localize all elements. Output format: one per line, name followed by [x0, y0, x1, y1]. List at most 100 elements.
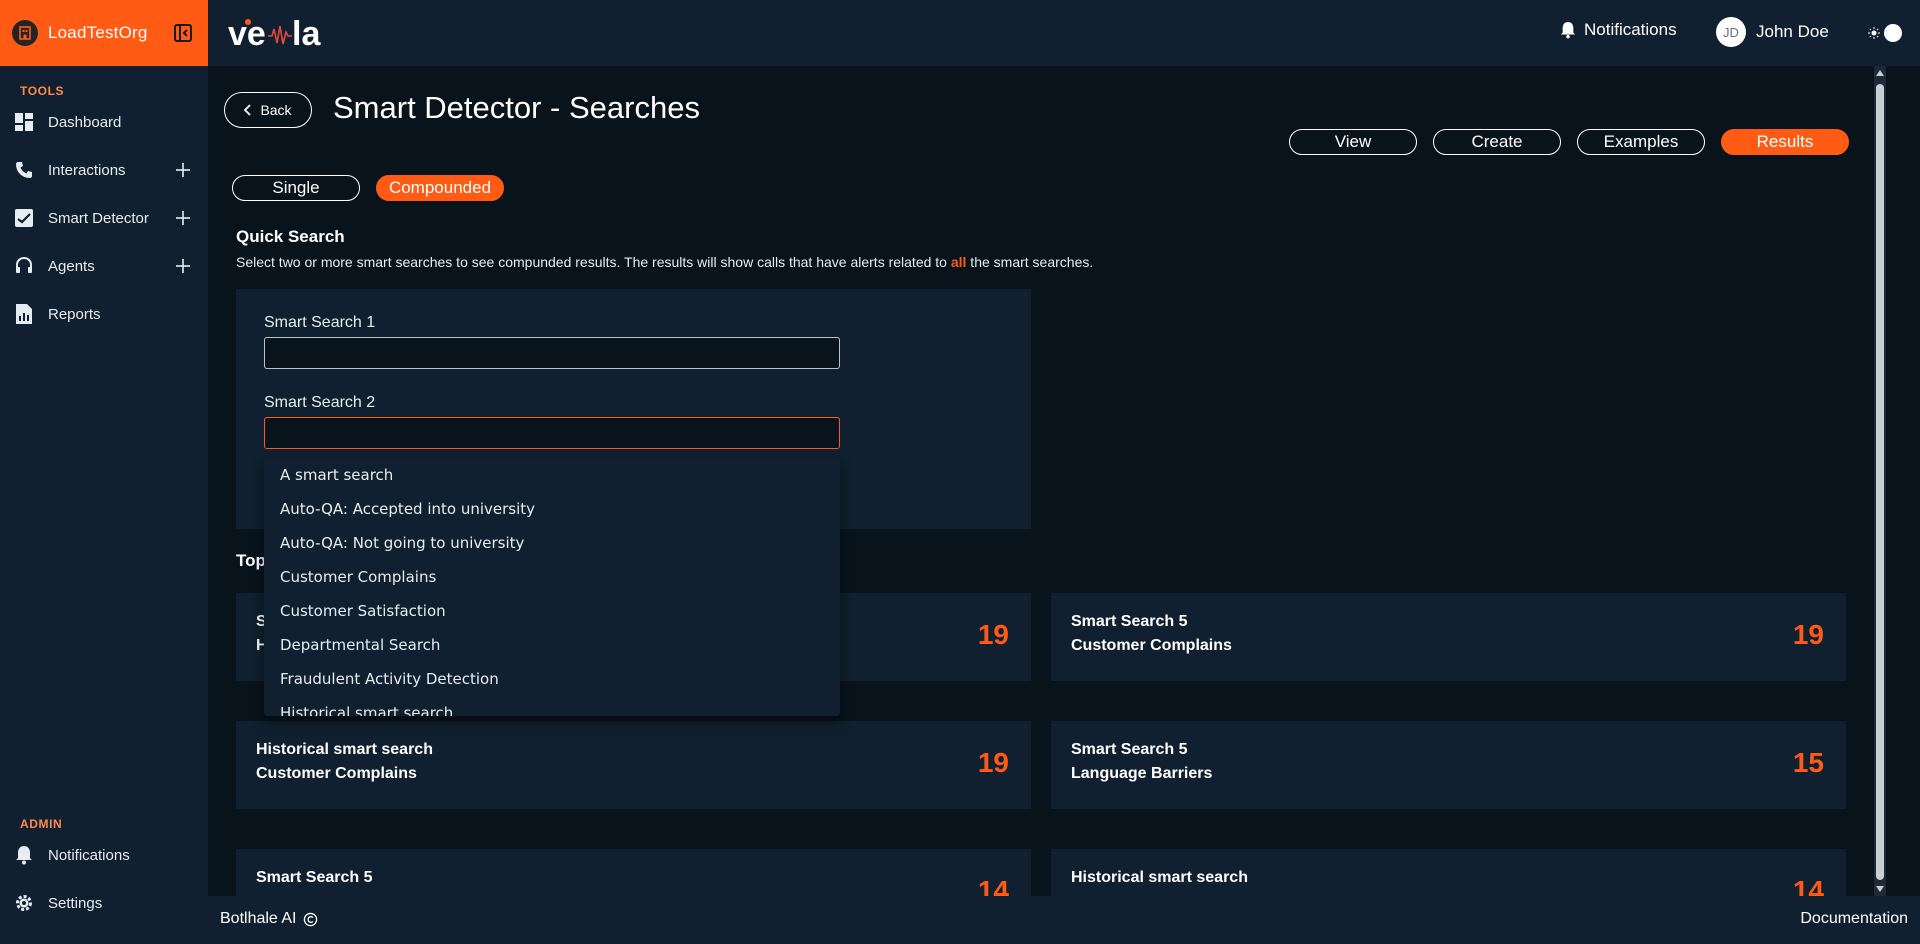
sidebar: LoadTestOrg TOOLS Dashboard Interactions… [0, 0, 208, 944]
card-line-1: Smart Search 5 [256, 869, 373, 886]
quick-search-title: Quick Search [236, 227, 345, 246]
smart-search-2-dropdown: A smart search Auto-QA: Accepted into un… [264, 458, 840, 716]
dropdown-option[interactable]: Departmental Search [264, 628, 840, 662]
org-logo-icon [12, 20, 38, 46]
sun-icon [1868, 27, 1880, 39]
user-name: John Doe [1756, 22, 1829, 41]
svg-text:la: la [292, 15, 321, 53]
desc-highlight: all [950, 254, 967, 270]
org-name: LoadTestOrg [48, 23, 148, 42]
card-count: 14 [1792, 875, 1824, 896]
tab-single[interactable]: Single [232, 175, 360, 201]
result-card[interactable]: Historical smart search 14 [1051, 849, 1846, 896]
smart-search-2-input[interactable] [264, 417, 840, 449]
dropdown-option[interactable]: Auto-QA: Not going to university [264, 526, 840, 560]
sidebar-item-interactions[interactable]: Interactions [0, 150, 208, 190]
dropdown-option[interactable]: Customer Satisfaction [264, 594, 840, 628]
topbar: ve la Notifications JD John Doe [208, 0, 1920, 66]
dropdown-option[interactable]: Fraudulent Activity Detection [264, 662, 840, 696]
theme-toggle[interactable] [1868, 24, 1902, 42]
footer-copyright: Botlhale AI [220, 910, 318, 928]
page-title: Smart Detector - Searches [333, 90, 700, 125]
card-count: 14 [977, 875, 1009, 896]
sidebar-item-label: Dashboard [48, 113, 122, 131]
sidebar-item-label: Agents [48, 257, 95, 275]
back-label: Back [260, 102, 292, 118]
smart-search-2-label: Smart Search 2 [264, 394, 376, 411]
sidebar-item-notifications[interactable]: Notifications [0, 835, 208, 875]
sidebar-item-reports[interactable]: Reports [0, 294, 208, 334]
user-menu[interactable]: JD John Doe [1716, 17, 1829, 47]
card-line-1: Smart Search 5 [1071, 613, 1188, 630]
bell-icon [12, 843, 36, 867]
dropdown-option[interactable]: A smart search [264, 458, 840, 492]
dashboard-icon [12, 110, 36, 134]
gear-icon [12, 891, 36, 915]
avatar: JD [1716, 17, 1746, 47]
tab-view[interactable]: View [1289, 129, 1417, 155]
card-count: 15 [1792, 747, 1824, 778]
result-card[interactable]: Smart Search 5 Language Barriers 15 [1051, 721, 1846, 809]
sidebar-item-label: Interactions [48, 161, 126, 179]
sidebar-item-settings[interactable]: Settings [0, 883, 208, 923]
app-root: LoadTestOrg TOOLS Dashboard Interactions… [0, 0, 1920, 944]
main-scrollbar[interactable] [1874, 66, 1886, 896]
tab-results[interactable]: Results [1721, 129, 1849, 155]
sidebar-item-label: Settings [48, 894, 103, 912]
expand-plus-icon[interactable] [172, 255, 194, 277]
chart-check-icon [12, 206, 36, 230]
org-header[interactable]: LoadTestOrg [0, 0, 208, 66]
desc-text: Select two or more smart searches to see… [236, 254, 951, 270]
documentation-link[interactable]: Documentation [1800, 910, 1908, 928]
sidebar-item-dashboard[interactable]: Dashboard [0, 102, 208, 142]
card-count: 19 [1792, 619, 1824, 650]
tab-examples[interactable]: Examples [1577, 129, 1705, 155]
notifications-label: Notifications [1584, 20, 1677, 39]
card-line-1: Historical smart search [256, 741, 433, 758]
copyright-icon [303, 912, 318, 927]
desc-text: the smart searches. [966, 254, 1094, 270]
tab-compounded[interactable]: Compounded [376, 175, 504, 201]
toggle-knob-icon [1884, 24, 1902, 42]
sidebar-item-agents[interactable]: Agents [0, 246, 208, 286]
topbar-notifications[interactable]: Notifications [1560, 20, 1677, 40]
bell-icon [1560, 21, 1576, 39]
smart-search-1-input[interactable] [264, 337, 840, 369]
footer: Botlhale AI Documentation [208, 896, 1920, 944]
chevron-left-icon [244, 104, 252, 116]
sidebar-item-label: Smart Detector [48, 209, 149, 227]
scroll-down-icon[interactable] [1876, 886, 1884, 892]
smart-search-1-label: Smart Search 1 [264, 314, 376, 331]
expand-plus-icon[interactable] [172, 159, 194, 181]
dropdown-option[interactable]: Auto-QA: Accepted into university [264, 492, 840, 526]
card-count: 19 [977, 619, 1009, 650]
footer-company: Botlhale AI [220, 910, 297, 927]
card-line-2: Customer Complains [256, 765, 417, 782]
admin-section-header: ADMIN [20, 817, 63, 831]
card-line-1: Historical smart search [1071, 869, 1248, 886]
result-card[interactable]: Historical smart search Customer Complai… [236, 721, 1031, 809]
tools-section-header: TOOLS [20, 84, 65, 98]
sidebar-item-smart-detector[interactable]: Smart Detector [0, 198, 208, 238]
quick-search-description: Select two or more smart searches to see… [236, 254, 1093, 270]
scrollbar-thumb[interactable] [1876, 84, 1884, 880]
sidebar-item-label: Reports [48, 305, 101, 323]
scroll-up-icon[interactable] [1876, 70, 1884, 76]
dropdown-option[interactable]: Historical smart search [264, 696, 840, 716]
back-button[interactable]: Back [224, 92, 312, 128]
brand-logo[interactable]: ve la [226, 14, 336, 59]
result-card[interactable]: Smart Search 5 14 [236, 849, 1031, 896]
result-card[interactable]: Smart Search 5 Customer Complains 19 [1051, 593, 1846, 681]
card-line-2: Customer Complains [1071, 637, 1232, 654]
card-count: 19 [977, 747, 1009, 778]
tab-create[interactable]: Create [1433, 129, 1561, 155]
card-line-1: Smart Search 5 [1071, 741, 1188, 758]
report-icon [12, 302, 36, 326]
expand-plus-icon[interactable] [172, 207, 194, 229]
dropdown-option[interactable]: Customer Complains [264, 560, 840, 594]
phone-icon [12, 158, 36, 182]
collapse-sidebar-icon[interactable] [172, 22, 194, 44]
top-results-heading: Top [236, 551, 266, 570]
headset-icon [12, 254, 36, 278]
sidebar-item-label: Notifications [48, 846, 130, 864]
